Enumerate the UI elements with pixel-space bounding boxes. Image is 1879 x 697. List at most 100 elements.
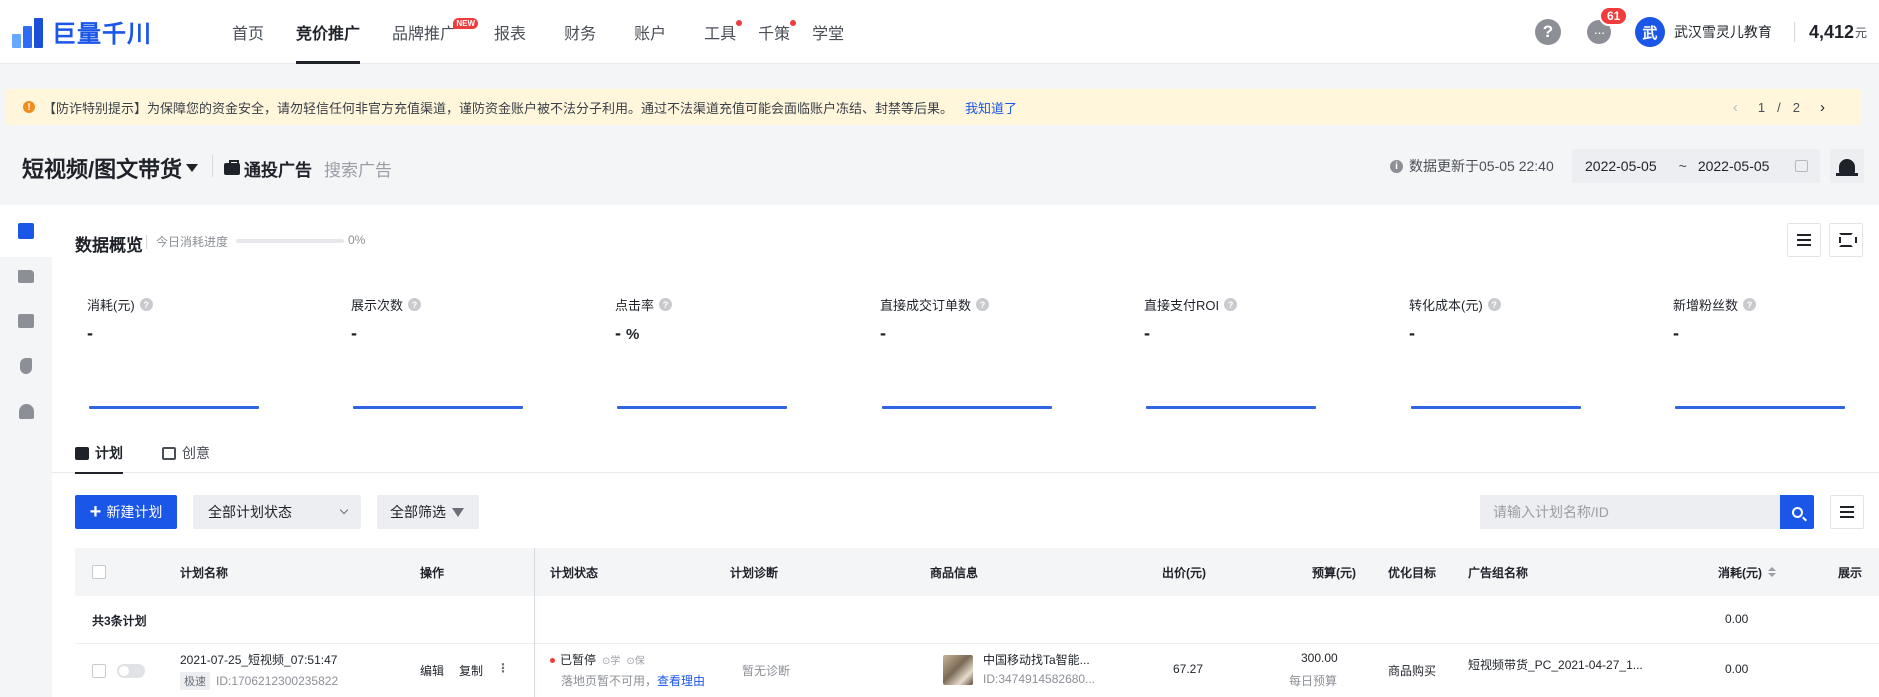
- nav-item-bidding[interactable]: 竞价推广: [280, 0, 376, 64]
- col-optimization-goal: 优化目标: [1388, 565, 1437, 580]
- status-reason: 落地页暂不可用，查看理由: [561, 672, 705, 689]
- nav-label: 账户: [634, 25, 667, 43]
- nav-item-home[interactable]: 首页: [216, 0, 280, 64]
- page-title[interactable]: 短视频/图文带货: [22, 152, 199, 184]
- question-icon[interactable]: ?: [1743, 298, 1757, 311]
- nav-label: 首页: [232, 25, 265, 43]
- plan-toggle[interactable]: [117, 664, 145, 678]
- more-options-icon[interactable]: ⋮: [497, 661, 509, 675]
- search-icon: [1791, 506, 1803, 518]
- caret-down-icon: [186, 164, 199, 172]
- row-checkbox[interactable]: [92, 664, 106, 678]
- tablet-icon: [162, 446, 176, 460]
- col-operations: 操作: [420, 565, 445, 580]
- divider: [1793, 22, 1795, 42]
- select-value: 全部计划状态: [208, 504, 292, 520]
- question-icon[interactable]: ?: [1487, 298, 1501, 311]
- metric-card[interactable]: 点击率? - %: [580, 285, 810, 415]
- edit-link[interactable]: 编辑: [420, 662, 444, 679]
- metric-card[interactable]: 消耗(元)? -: [52, 285, 282, 415]
- rail-item-user[interactable]: [0, 385, 52, 437]
- checkbox: [92, 565, 106, 579]
- col-cost[interactable]: 消耗(元): [1718, 548, 1776, 596]
- nav-item-brand[interactable]: 品牌推广 NEW: [376, 0, 479, 64]
- help-icon[interactable]: ?: [1534, 19, 1561, 45]
- notice-pager: ‹ 1 / 2 ›: [1723, 89, 1835, 125]
- copy-link[interactable]: 复制: [459, 662, 483, 679]
- metric-card[interactable]: 直接支付ROI? -: [1109, 285, 1339, 415]
- tab-creatives[interactable]: 创意: [162, 433, 210, 473]
- status-text: 已暂停: [560, 653, 597, 667]
- question-icon[interactable]: ?: [408, 298, 422, 311]
- main-card: 数据概览 今日消耗进度 0% 消耗(元)? - 展示次数? - 点击率? - %…: [52, 205, 1879, 697]
- product-thumbnail[interactable]: [943, 655, 973, 685]
- notice-dismiss-link[interactable]: 我知道了: [965, 98, 1017, 117]
- tab-search-ads[interactable]: 搜索广告: [324, 156, 392, 181]
- pager-total: 2: [1792, 99, 1800, 115]
- table-summary-row: 共3条计划 0.00: [75, 596, 1879, 644]
- question-icon[interactable]: ?: [1224, 298, 1238, 311]
- metric-trend-line: [882, 406, 1052, 409]
- question-icon[interactable]: ?: [976, 298, 990, 311]
- all-filters-button[interactable]: 全部筛选: [377, 495, 479, 529]
- tab-plans[interactable]: 计划: [75, 433, 123, 474]
- plan-status: 已暂停 ⊙学 ⊙保: [550, 651, 645, 668]
- messages[interactable]: ··· 61: [1586, 6, 1629, 44]
- brand-logo[interactable]: 巨量千川: [8, 14, 208, 50]
- metric-card[interactable]: 转化成本(元)? -: [1374, 285, 1604, 415]
- plan-status-select[interactable]: 全部计划状态: [193, 495, 361, 529]
- learning-badge: ⊙学: [602, 656, 621, 667]
- product-id: ID:3474914582680...: [983, 672, 1096, 686]
- nav-item-qiance[interactable]: 千策: [752, 0, 806, 64]
- plan-search-input[interactable]: [1480, 495, 1780, 529]
- folder-icon: [18, 269, 34, 283]
- alert-button[interactable]: [1830, 149, 1864, 183]
- nav-item-finance[interactable]: 财务: [542, 0, 612, 64]
- ad-group-name[interactable]: 短视频带货_PC_2021-04-27_1...: [1468, 656, 1643, 673]
- question-icon[interactable]: ?: [659, 298, 673, 311]
- plan-name[interactable]: 2021-07-25_短视频_07:51:47: [180, 651, 337, 668]
- select-all-checkbox[interactable]: [92, 548, 106, 596]
- metric-card[interactable]: 展示次数? -: [316, 285, 546, 415]
- metric-card[interactable]: 直接成交订单数? -: [845, 285, 1075, 415]
- nav-item-account[interactable]: 账户: [612, 0, 682, 64]
- total-plans-count: 共3条计划: [92, 614, 147, 628]
- view-reason-link[interactable]: 查看理由: [657, 674, 705, 688]
- new-plan-button[interactable]: + 新建计划: [75, 495, 177, 529]
- col-budget: 预算(元): [1312, 565, 1356, 580]
- metric-trend-line: [353, 406, 523, 409]
- avatar[interactable]: 武: [1634, 17, 1665, 47]
- bid-value[interactable]: 67.27: [1173, 662, 1203, 676]
- chevron-right-icon[interactable]: ›: [1820, 99, 1825, 116]
- search-button[interactable]: [1780, 495, 1814, 529]
- plan-meta: 极速 ID:1706212300235822: [180, 672, 338, 690]
- metric-trend-line: [1411, 406, 1581, 409]
- tab-general-ads[interactable]: 通投广告: [224, 156, 312, 181]
- nav-item-tools[interactable]: 工具: [682, 0, 752, 64]
- status-reason-text: 落地页暂不可用，: [561, 674, 658, 688]
- divider: [146, 235, 147, 249]
- pager-current: 1: [1757, 99, 1766, 115]
- customize-metrics-button[interactable]: [1787, 223, 1821, 257]
- nav-item-academy[interactable]: 学堂: [806, 0, 860, 64]
- col-impressions: 展示: [1838, 565, 1863, 580]
- product-name[interactable]: 中国移动找Ta智能...: [983, 651, 1090, 668]
- budget-value[interactable]: 300.00: [1301, 651, 1338, 665]
- account-name[interactable]: 武汉雪灵儿教育: [1674, 22, 1772, 42]
- col-label: 消耗(元): [1718, 565, 1762, 580]
- col-plan-status: 计划状态: [550, 565, 599, 580]
- nav-label: 学堂: [812, 25, 845, 43]
- column-settings-button[interactable]: [1830, 495, 1864, 529]
- notification-dot: [736, 19, 743, 26]
- account-balance[interactable]: 4,412: [1809, 22, 1854, 43]
- nav-item-reports[interactable]: 报表: [472, 0, 542, 64]
- table-row: 2021-07-25_短视频_07:51:47 极速 ID:17062123002…: [75, 645, 1879, 697]
- fullscreen-button[interactable]: [1829, 223, 1863, 257]
- date-range-picker[interactable]: 2022-05-05 ~ 2022-05-05: [1572, 149, 1820, 183]
- user-icon: [18, 403, 34, 419]
- metric-label-text: 点击率: [615, 298, 655, 313]
- alarm-icon: [1836, 159, 1858, 176]
- question-icon[interactable]: ?: [139, 298, 153, 311]
- metric-card[interactable]: 新增粉丝数? -: [1638, 285, 1868, 415]
- chevron-left-icon[interactable]: ‹: [1733, 99, 1738, 116]
